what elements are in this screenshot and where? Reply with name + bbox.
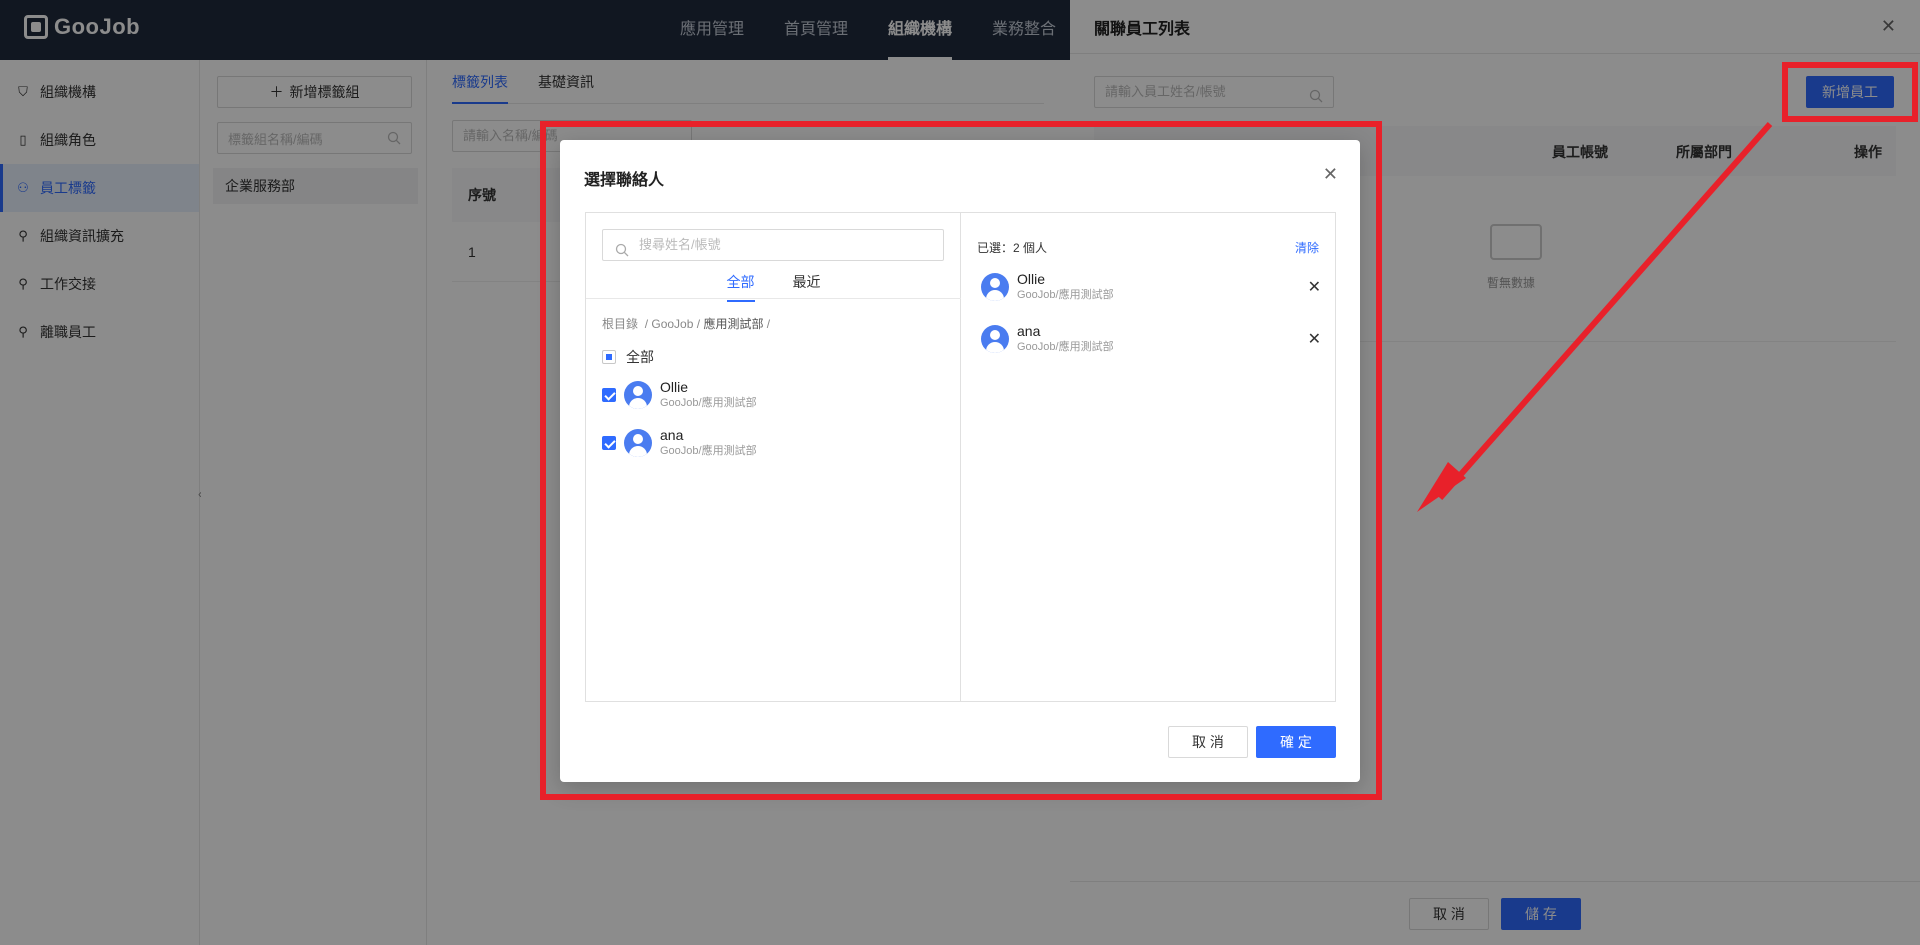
highlight-modal xyxy=(540,121,1382,800)
highlight-add-employee xyxy=(1782,62,1918,122)
